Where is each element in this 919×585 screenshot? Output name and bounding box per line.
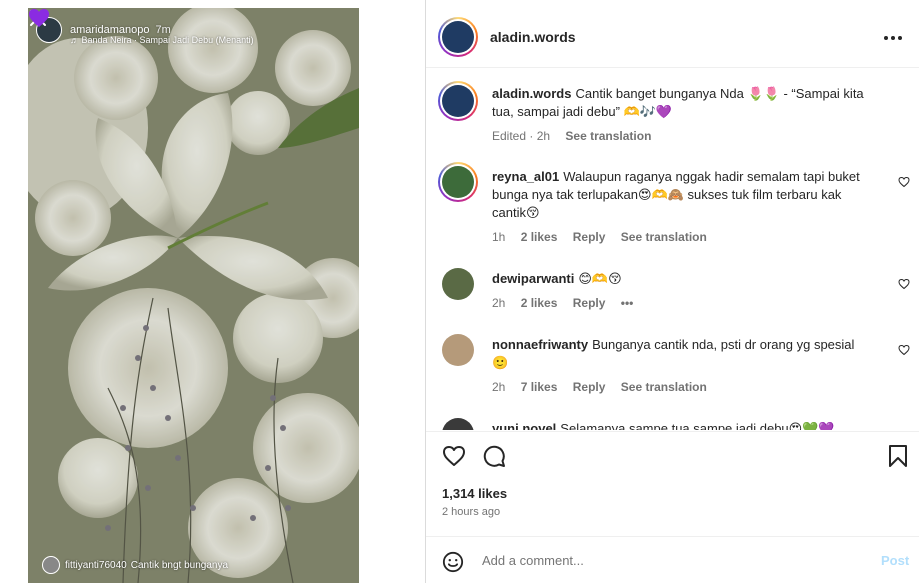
story-reply-avatar <box>42 556 60 574</box>
comment-username[interactable]: yuni.novel <box>492 421 556 430</box>
add-comment-bar: Post <box>426 536 919 585</box>
comment-username[interactable]: dewiparwanti <box>492 271 574 286</box>
see-translation-link[interactable]: See translation <box>621 230 707 244</box>
story-reply: fittiyanti76040 Cantik bngt bunganya <box>42 556 228 574</box>
flower-bouquet-image <box>28 8 359 583</box>
comments-list[interactable]: aladin.words Cantik banget bunganya Nda 🌷… <box>426 68 919 430</box>
comment-text: nonnaefriwanty Bunganya cantik nda, psti … <box>492 336 872 372</box>
comment-avatar[interactable] <box>442 334 474 366</box>
like-comment-heart-icon[interactable] <box>898 344 910 356</box>
reply-button[interactable]: Reply <box>573 296 606 310</box>
comment-bubble-icon[interactable] <box>482 444 506 468</box>
reply-button[interactable]: Reply <box>573 380 606 394</box>
emoji-icon[interactable] <box>442 551 464 573</box>
reply-button[interactable]: Reply <box>573 230 606 244</box>
caption-meta: Edited · 2h See translation <box>492 129 663 143</box>
story-music-label[interactable]: ♬ Banda Neira · Sampai Jadi Debu (Menant… <box>70 35 254 45</box>
like-comment-heart-icon[interactable] <box>898 278 910 290</box>
bookmark-icon[interactable] <box>886 444 910 468</box>
comment-time: 2h <box>492 380 506 394</box>
comment-time: 2h <box>492 296 506 310</box>
author-username[interactable]: aladin.words <box>490 29 576 45</box>
post-actions: 1,314 likes 2 hours ago Post <box>426 431 919 584</box>
comment-likes[interactable]: 2 likes <box>521 296 558 310</box>
post-panel: aladin.words aladin.words Cantik banget b… <box>425 0 919 583</box>
more-options-icon[interactable] <box>884 36 904 42</box>
comment-text: dewiparwanti 😊🫶😚 <box>492 270 872 288</box>
author-avatar[interactable] <box>438 17 478 57</box>
comment-avatar[interactable] <box>438 162 478 202</box>
comment-more-options[interactable]: ••• <box>621 296 634 310</box>
story-music-text: Banda Neira · Sampai Jadi Debu (Menanti) <box>81 35 254 45</box>
comment-content: 😊🫶😚 <box>578 271 622 286</box>
story-reply-text: Cantik bngt bunganya <box>130 559 229 571</box>
comment-input[interactable] <box>482 553 782 568</box>
comment-content: Selamanya sampe tua sampe jadi debu😍💚💜 <box>560 421 835 430</box>
comment-username[interactable]: nonnaefriwanty <box>492 337 588 352</box>
comment-username[interactable]: reyna_al01 <box>492 169 559 184</box>
comment-avatar[interactable] <box>442 268 474 300</box>
comment-time: 1h <box>492 230 506 244</box>
story-reply-username: fittiyanti76040 <box>65 559 127 571</box>
like-comment-heart-icon[interactable] <box>898 176 910 188</box>
comment-avatar[interactable] <box>442 418 474 430</box>
caption-username[interactable]: aladin.words <box>492 86 571 101</box>
comment-text: yuni.novel Selamanya sampe tua sampe jadi… <box>492 420 872 430</box>
caption-time: Edited · 2h <box>492 129 551 143</box>
post-header: aladin.words <box>426 8 919 68</box>
story-media[interactable]: amaridamanopo 7m ♬ Banda Neira · Sampai … <box>28 8 359 583</box>
comment-meta: 2h 7 likes Reply See translation <box>492 380 719 394</box>
comment-likes[interactable]: 2 likes <box>521 230 558 244</box>
post-timestamp: 2 hours ago <box>442 506 501 518</box>
see-translation-link[interactable]: See translation <box>565 129 651 143</box>
caption-avatar[interactable] <box>438 81 478 121</box>
caption-text: aladin.words Cantik banget bunganya Nda 🌷… <box>492 85 878 121</box>
comment-meta: 1h 2 likes Reply See translation <box>492 230 719 244</box>
comment-likes[interactable]: 7 likes <box>521 380 558 394</box>
comment-text: reyna_al01 Walaupun raganya nggak hadir s… <box>492 168 872 222</box>
see-translation-link[interactable]: See translation <box>621 380 707 394</box>
music-icon: ♬ <box>70 35 82 45</box>
purple-heart-icon <box>29 9 49 27</box>
like-heart-icon[interactable] <box>442 444 466 468</box>
like-count[interactable]: 1,314 likes <box>442 486 507 501</box>
comment-meta: 2h 2 likes Reply ••• <box>492 296 645 310</box>
post-comment-button[interactable]: Post <box>881 553 909 568</box>
